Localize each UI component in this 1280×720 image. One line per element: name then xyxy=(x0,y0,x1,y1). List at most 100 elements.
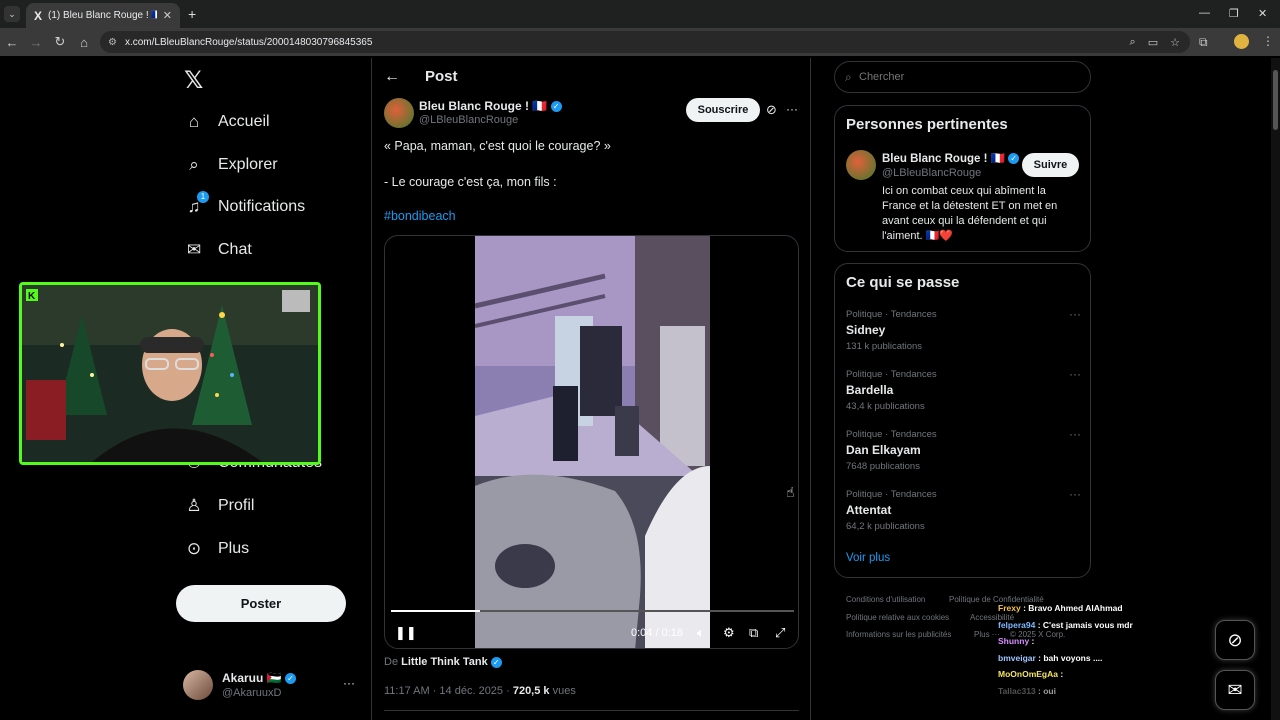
window-close-icon[interactable]: ✕ xyxy=(1258,7,1267,20)
new-tab-button[interactable]: + xyxy=(188,6,196,22)
extensions-icon[interactable]: ⧉ xyxy=(1199,35,1208,50)
chat-message: bmveigar : bah voyons .... xyxy=(998,653,1102,663)
trend-name: Sidney xyxy=(846,323,886,337)
home-browser-icon[interactable]: ⌂ xyxy=(72,35,96,50)
messages-float-button[interactable]: ✉ xyxy=(1215,670,1255,710)
trend-name: Bardella xyxy=(846,383,894,397)
person-icon: ♙ xyxy=(186,496,202,515)
source-name[interactable]: Little Think Tank xyxy=(401,656,488,668)
pause-icon[interactable]: ❚❚ xyxy=(395,625,417,641)
author-name-row[interactable]: Bleu Blanc Rouge ! 🇫🇷 ✓ xyxy=(419,99,562,113)
trend-item[interactable]: Politique · Tendances Sidney 131 k publi… xyxy=(846,307,1081,352)
tab-list-dropdown-icon[interactable]: ⌄ xyxy=(4,6,20,22)
settings-gear-icon[interactable]: ⚙ xyxy=(723,625,735,641)
search-input[interactable] xyxy=(859,68,1069,86)
trend-category: Politique · Tendances xyxy=(846,489,937,500)
browser-tab-active[interactable]: X (1) Bleu Blanc Rouge ! 🇫🇷 sur X ✕ xyxy=(26,3,180,28)
restore-icon[interactable]: ❐ xyxy=(1229,7,1239,20)
chat-message: Shunny : xyxy=(998,636,1034,646)
nav-item-chat[interactable]: ✉ Chat xyxy=(184,240,252,260)
url-field[interactable]: ⚙ x.com/LBleuBlancRouge/status/200014803… xyxy=(100,31,1190,53)
fullscreen-icon[interactable]: ⤢ xyxy=(775,625,785,641)
video-player[interactable]: ❚❚ 0:04 / 0:18 🔈︎ ⚙ ⧉ ⤢ xyxy=(384,235,799,649)
trend-count: 131 k publications xyxy=(846,341,923,352)
scrollbar-thumb[interactable] xyxy=(1273,70,1278,130)
account-name: Akaruu 🇵🇸 xyxy=(222,671,282,685)
chat-text: : C'est jamais vous mdr xyxy=(1037,620,1133,630)
site-info-icon[interactable]: ⚙ xyxy=(108,37,117,48)
account-switcher[interactable]: Akaruu 🇵🇸 ✓ @AkaruuxD ··· xyxy=(183,670,358,702)
svg-text:K: K xyxy=(28,291,36,302)
suggested-handle[interactable]: @LBleuBlancRouge xyxy=(882,167,981,179)
back-icon[interactable]: ← xyxy=(0,35,24,50)
views-label: vues xyxy=(552,685,576,697)
post-timestamp[interactable]: 11:17 AM · 14 déc. 2025 · xyxy=(384,685,510,697)
trend-item[interactable]: Politique · Tendances Dan Elkayam 7648 p… xyxy=(846,427,1081,472)
post-button[interactable]: Poster xyxy=(176,585,346,622)
reload-icon[interactable]: ↻ xyxy=(48,34,72,50)
chat-user: MoOnOmEgAa xyxy=(998,669,1058,679)
nav-item-label: Accueil xyxy=(218,113,270,130)
bookmark-star-icon[interactable]: ☆ xyxy=(1170,36,1180,49)
footer-cookies-link[interactable]: Politique relative aux cookies xyxy=(846,613,949,622)
cast-icon[interactable]: ▭ xyxy=(1148,36,1158,49)
hashtag-link[interactable]: #bondibeach xyxy=(384,209,456,223)
chat-text: : oui xyxy=(1038,686,1056,696)
account-more-icon[interactable]: ··· xyxy=(343,676,355,690)
volume-icon[interactable]: 🔈︎ xyxy=(697,625,705,641)
suggested-avatar[interactable] xyxy=(846,150,876,180)
trend-more-icon[interactable]: ··· xyxy=(1069,367,1081,381)
nav-item-plus[interactable]: ⊙ Plus xyxy=(184,539,249,559)
tab-title: (1) Bleu Blanc Rouge ! 🇫🇷 sur X xyxy=(48,10,157,21)
back-arrow-icon[interactable]: ← xyxy=(384,68,400,86)
grok-float-button[interactable]: ⊘ xyxy=(1215,620,1255,660)
post-text-line1: « Papa, maman, c'est quoi le courage? » xyxy=(384,139,611,153)
pip-icon[interactable]: ⧉ xyxy=(749,625,758,641)
subscribe-button[interactable]: Souscrire xyxy=(686,98,760,122)
profile-avatar-icon[interactable] xyxy=(1234,34,1249,49)
trend-more-icon[interactable]: ··· xyxy=(1069,427,1081,441)
see-more-link[interactable]: Voir plus xyxy=(846,552,890,564)
search-box[interactable]: ⌕ xyxy=(834,61,1091,93)
nav-item-explorer[interactable]: ⌕ Explorer xyxy=(184,155,277,175)
forward-icon[interactable]: → xyxy=(24,35,48,50)
grok-icon[interactable]: ⊘ xyxy=(766,102,777,118)
streamer-webcam: K xyxy=(19,282,321,465)
views-count: 720,5 k xyxy=(512,685,550,697)
chat-text: : xyxy=(1031,636,1035,646)
chat-message: felpera94 : C'est jamais vous mdr xyxy=(998,620,1133,630)
suggested-name-row[interactable]: Bleu Blanc Rouge ! 🇫🇷 ✓ xyxy=(882,151,1020,165)
avatar xyxy=(183,670,213,700)
minimize-icon[interactable]: — xyxy=(1199,7,1210,19)
browser-menu-icon[interactable]: ⋮ xyxy=(1262,34,1274,48)
nav-item-accueil[interactable]: ⌂ Accueil xyxy=(184,112,270,132)
footer-more-link[interactable]: Plus ··· xyxy=(974,630,1000,639)
trend-more-icon[interactable]: ··· xyxy=(1069,307,1081,321)
tab-close-icon[interactable]: ✕ xyxy=(163,9,172,22)
trend-item[interactable]: Politique · Tendances Attentat 64,2 k pu… xyxy=(846,487,1081,532)
suggested-name: Bleu Blanc Rouge ! 🇫🇷 xyxy=(882,153,1005,165)
trend-name: Dan Elkayam xyxy=(846,443,921,457)
author-handle[interactable]: @LBleuBlancRouge xyxy=(419,114,518,126)
footer-ads-link[interactable]: Informations sur les publicités xyxy=(846,630,951,639)
post-more-icon[interactable]: ··· xyxy=(786,102,798,116)
chat-user: bmveigar xyxy=(998,653,1036,663)
zoom-icon[interactable]: ⌕ xyxy=(1130,36,1136,49)
trend-item[interactable]: Politique · Tendances Bardella 43,4 k pu… xyxy=(846,367,1081,412)
trend-category: Politique · Tendances xyxy=(846,369,937,380)
page-scrollbar[interactable] xyxy=(1271,58,1280,720)
column-divider-left xyxy=(371,58,372,720)
video-progress-track[interactable] xyxy=(391,610,794,612)
trend-category: Politique · Tendances xyxy=(846,429,937,440)
trend-more-icon[interactable]: ··· xyxy=(1069,487,1081,501)
author-avatar[interactable] xyxy=(384,98,414,128)
nav-item-notifications[interactable]: ♫ 1 Notifications xyxy=(184,191,305,217)
nav-item-profil[interactable]: ♙ Profil xyxy=(184,496,254,516)
chat-user: Shunny xyxy=(998,636,1030,646)
follow-button[interactable]: Suivre xyxy=(1022,153,1079,177)
x-logo-icon[interactable]: 𝕏 xyxy=(184,66,203,95)
suggested-bio: Ici on combat ceux qui abîment la France… xyxy=(882,185,1058,242)
notification-badge: 1 xyxy=(197,191,209,203)
chat-text: : Bravo Ahmed AlAhmad xyxy=(1023,603,1123,613)
footer-terms-link[interactable]: Conditions d'utilisation xyxy=(846,595,925,604)
